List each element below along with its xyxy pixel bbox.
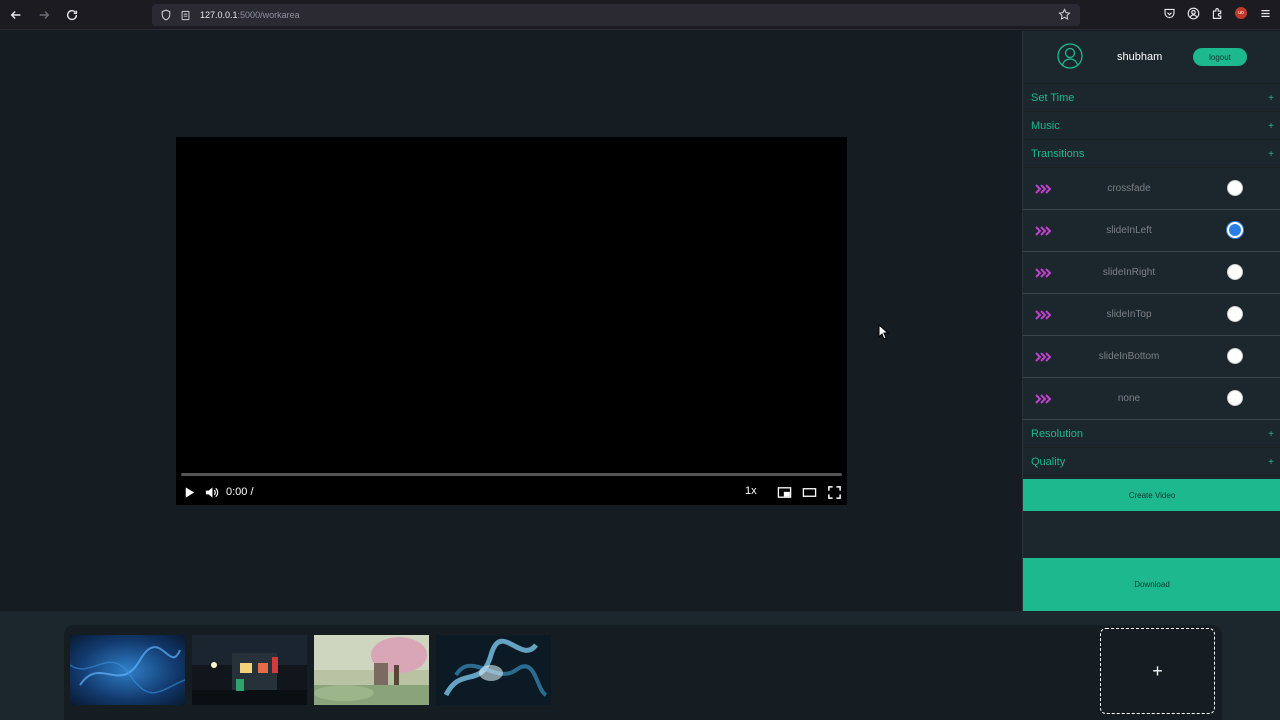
transition-arrows-icon <box>1035 310 1051 320</box>
logout-button[interactable]: logout <box>1193 48 1247 66</box>
menu-icon[interactable] <box>1258 6 1272 20</box>
video-controls: 0:00 / 1x <box>176 481 847 503</box>
picture-in-picture-icon[interactable] <box>773 481 795 503</box>
user-header: shubham logout <box>1023 31 1280 84</box>
transition-item[interactable]: slideInLeft <box>1023 210 1280 252</box>
blue-abstract-thumbnail[interactable] <box>70 635 185 705</box>
theater-mode-icon[interactable] <box>798 481 820 503</box>
work-area: 0:00 / 1x <box>0 31 1022 611</box>
transition-label: crossfade <box>1107 183 1151 194</box>
transition-radio[interactable] <box>1227 390 1243 406</box>
transition-arrows-icon <box>1035 394 1051 404</box>
section-label: Set Time <box>1031 91 1075 104</box>
image-strip: + <box>64 625 1222 720</box>
expand-plus-icon[interactable]: + <box>1268 149 1274 160</box>
video-player[interactable]: 0:00 / 1x <box>176 137 847 505</box>
volume-icon[interactable] <box>200 481 222 503</box>
browser-toolbar-right: uo <box>1162 6 1272 20</box>
expand-plus-icon[interactable]: + <box>1268 457 1274 468</box>
username: shubham <box>1117 51 1163 63</box>
star-icon[interactable] <box>1058 8 1072 22</box>
url-path: :5000/workarea <box>237 10 300 20</box>
mouse-cursor-icon <box>878 324 890 340</box>
transition-item[interactable]: none <box>1023 378 1280 420</box>
transition-radio[interactable] <box>1227 222 1243 238</box>
transition-radio[interactable] <box>1227 264 1243 280</box>
cherry-blossom-thumbnail[interactable] <box>314 635 429 705</box>
plus-icon: + <box>1152 660 1163 681</box>
section-music[interactable]: Music + <box>1023 112 1280 140</box>
transition-item[interactable]: crossfade <box>1023 168 1280 210</box>
transition-label: slideInBottom <box>1098 351 1160 362</box>
shield-icon[interactable] <box>160 8 174 22</box>
fullscreen-icon[interactable] <box>823 481 845 503</box>
back-icon[interactable] <box>4 3 28 27</box>
reload-icon[interactable] <box>60 3 84 27</box>
section-resolution[interactable]: Resolution + <box>1023 420 1280 448</box>
address-bar[interactable]: 127.0.0.1:5000/workarea <box>152 4 1080 26</box>
transition-item[interactable]: slideInTop <box>1023 294 1280 336</box>
transition-label: none <box>1117 393 1141 404</box>
transition-item[interactable]: slideInRight <box>1023 252 1280 294</box>
browser-toolbar: 127.0.0.1:5000/workarea uo <box>0 0 1280 30</box>
pocket-icon[interactable] <box>1162 6 1176 20</box>
transition-label: slideInTop <box>1106 309 1152 320</box>
transition-item[interactable]: slideInBottom <box>1023 336 1280 378</box>
expand-plus-icon[interactable]: + <box>1268 93 1274 104</box>
add-image-button[interactable]: + <box>1100 628 1215 714</box>
ublock-badge: uo <box>1235 7 1247 19</box>
play-icon[interactable] <box>178 481 200 503</box>
expand-plus-icon[interactable]: + <box>1268 121 1274 132</box>
ublock-icon[interactable]: uo <box>1234 6 1248 20</box>
transition-arrows-icon <box>1035 184 1051 194</box>
transition-label: slideInLeft <box>1106 225 1152 236</box>
download-button[interactable]: Download <box>1023 558 1280 611</box>
section-label: Transitions <box>1031 147 1085 160</box>
section-label: Resolution <box>1031 427 1083 440</box>
section-label: Quality <box>1031 455 1066 468</box>
extensions-icon[interactable] <box>1210 6 1224 20</box>
transition-arrows-icon <box>1035 352 1051 362</box>
timeline-area: + <box>0 611 1280 720</box>
account-icon[interactable] <box>1186 6 1200 20</box>
transitions-list: crossfade slideInLeft slideInRight slide… <box>1023 168 1280 420</box>
url-host: 127.0.0.1 <box>200 10 238 20</box>
playback-speed[interactable]: 1x <box>745 485 757 497</box>
time-display: 0:00 / <box>226 486 254 498</box>
user-avatar-icon[interactable] <box>1057 43 1083 69</box>
transition-radio[interactable] <box>1227 180 1243 196</box>
transition-arrows-icon <box>1035 226 1051 236</box>
transition-radio[interactable] <box>1227 348 1243 364</box>
section-set-time[interactable]: Set Time + <box>1023 84 1280 112</box>
settings-panel: shubham logout Set Time + Music + Transi… <box>1022 31 1280 611</box>
section-transitions[interactable]: Transitions + <box>1023 140 1280 168</box>
blue-smoke-thumbnail[interactable] <box>436 635 551 705</box>
video-progress-bar[interactable] <box>181 473 842 476</box>
section-label: Music <box>1031 119 1060 132</box>
expand-plus-icon[interactable]: + <box>1268 429 1274 440</box>
forward-icon[interactable] <box>32 3 56 27</box>
create-video-button[interactable]: Create Video <box>1023 479 1280 511</box>
transition-label: slideInRight <box>1102 267 1156 278</box>
section-quality[interactable]: Quality + <box>1023 448 1280 476</box>
transition-arrows-icon <box>1035 268 1051 278</box>
transition-radio[interactable] <box>1227 306 1243 322</box>
night-street-thumbnail[interactable] <box>192 635 307 705</box>
page-icon[interactable] <box>180 8 194 22</box>
